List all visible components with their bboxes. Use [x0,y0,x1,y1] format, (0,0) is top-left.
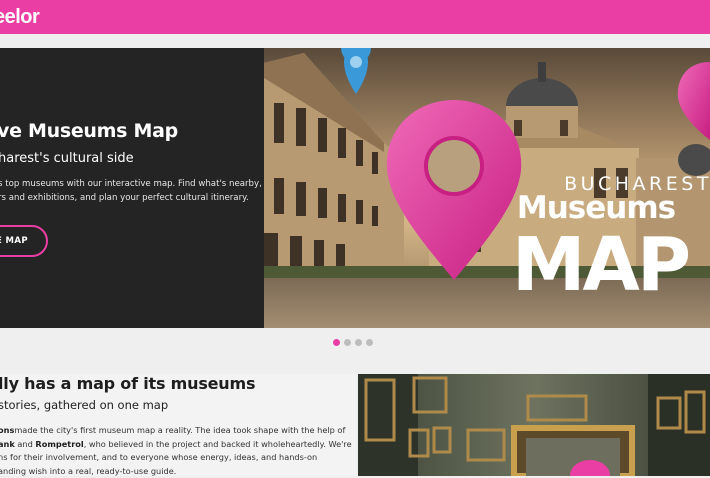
hero-subtitle: harest's cultural side [0,151,134,166]
top-nav-bar: eelor [0,0,710,34]
hero-description: s top museums with our interactive map. … [0,177,262,205]
gallery-frames-illustration [358,374,710,476]
carousel-dot[interactable] [333,339,340,346]
carousel-dot[interactable] [355,339,362,346]
section-title: lly has a map of its museums [0,374,255,393]
hero-title: ve Museums Map [0,120,178,142]
carousel-dot[interactable] [344,339,351,346]
hero-description-line: s top museums with our interactive map. … [0,177,262,191]
brand-logo[interactable]: eelor [0,6,39,29]
hero-poster-image[interactable]: BUCHAREST Museums MAP [264,48,710,328]
open-map-button[interactable]: E MAP [0,225,48,257]
carousel-dots [333,339,373,347]
poster-museums-text: Museums [517,190,675,226]
hero-text-panel: ve Museums Map harest's cultural side s … [0,48,264,328]
section-subtitle: stories, gathered on one map [0,398,168,412]
sponsor-name: Rompetrol [35,439,83,449]
sponsor-name: ank [0,439,15,449]
hero-description-line: rs and exhibitions, and plan your perfec… [0,191,262,205]
section-paragraph: onsmade the city's first museum map a re… [0,424,348,478]
bucharest-museums-map-poster: BUCHAREST Museums MAP [264,48,710,328]
paragraph-line: ns for their involvement, and to everyon… [0,451,348,465]
carousel-dot[interactable] [366,339,373,346]
gallery-image [358,374,710,476]
poster-map-text: MAP [512,222,689,308]
hero-carousel: ve Museums Map harest's cultural side s … [0,48,710,328]
paragraph-line: ank and Rompetrol, who believed in the p… [0,438,348,452]
paragraph-line: onsmade the city's first museum map a re… [0,424,348,438]
about-section: lly has a map of its museums stories, ga… [0,374,356,476]
